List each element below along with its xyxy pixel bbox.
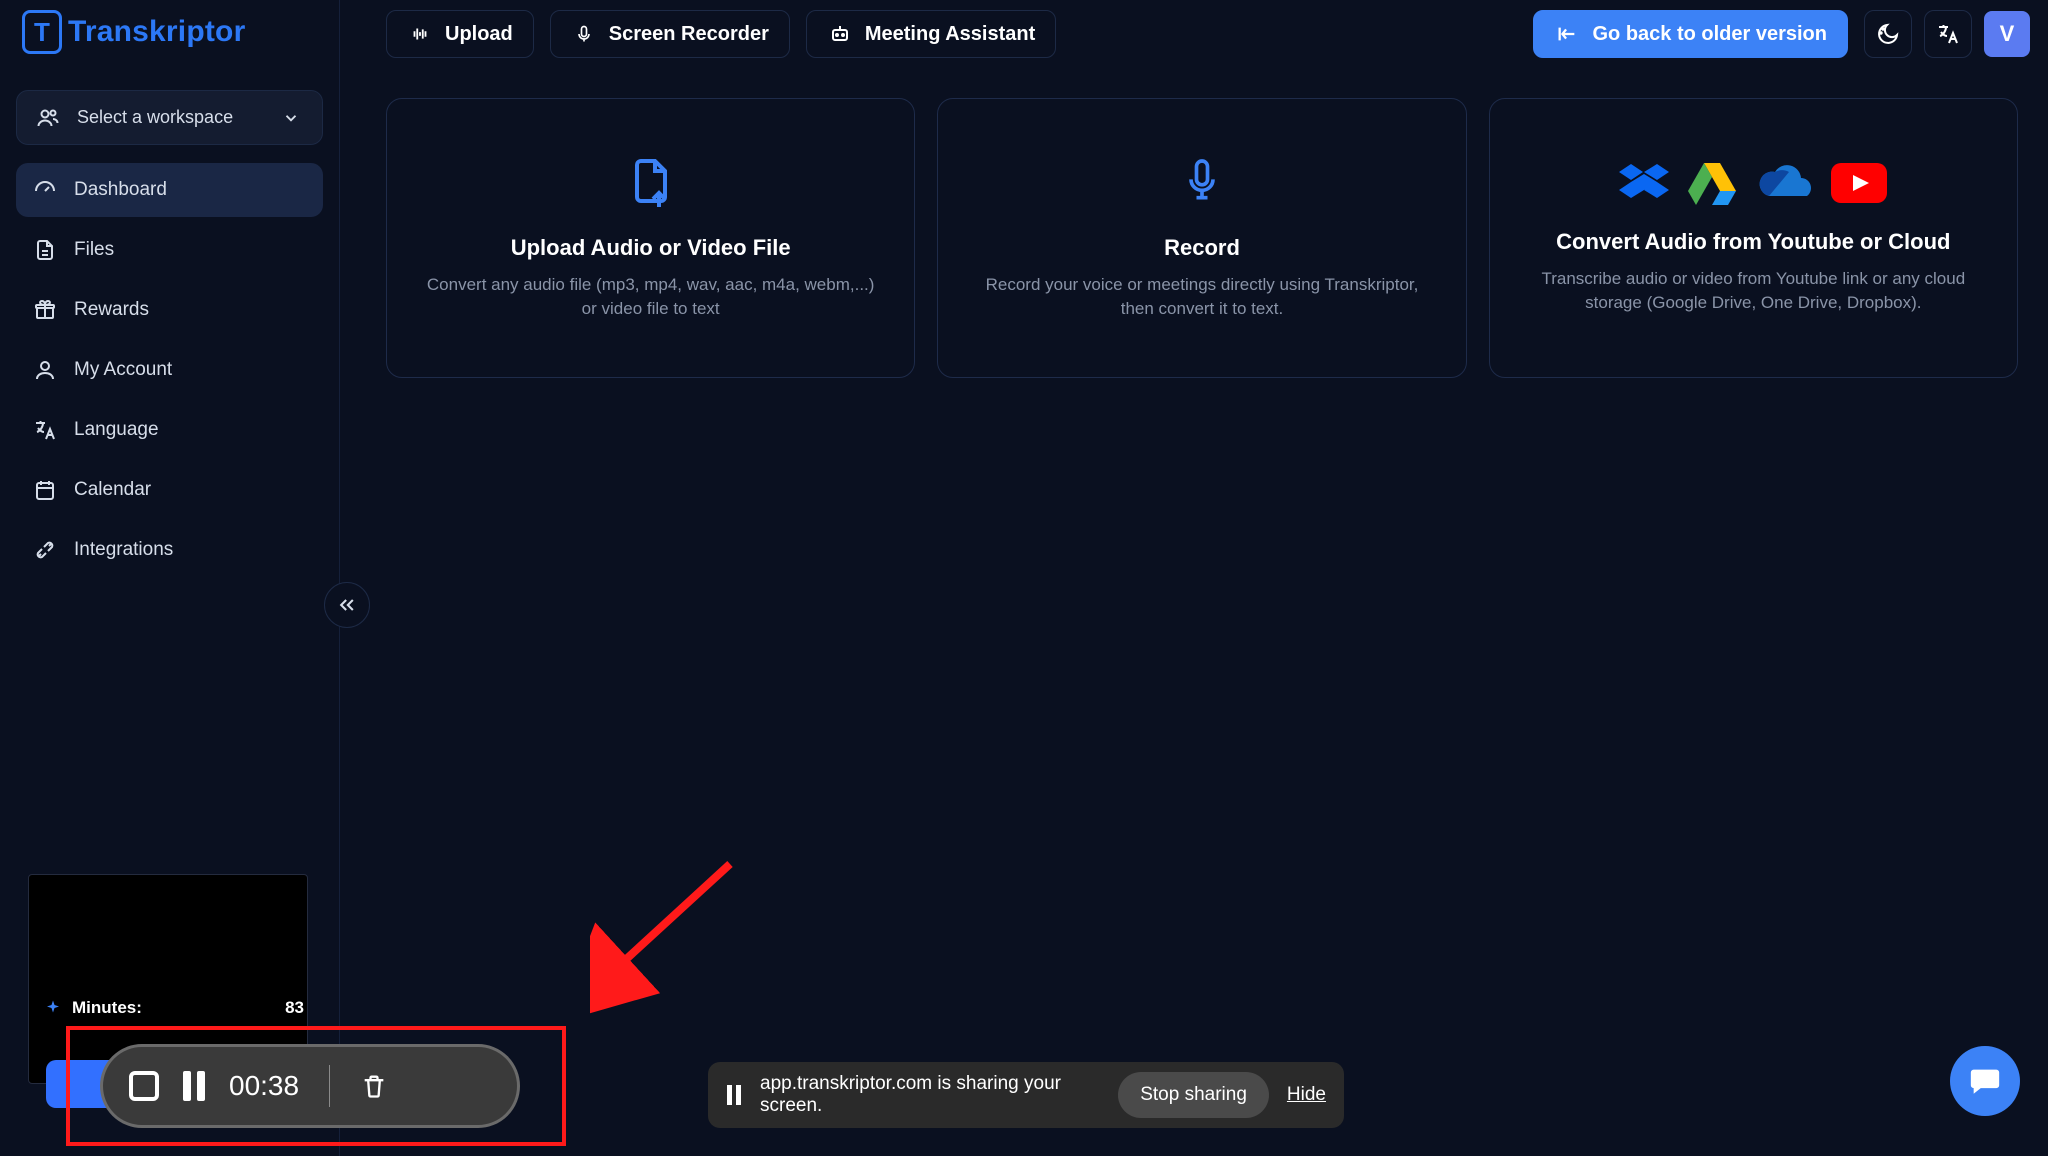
topbar: Upload Screen Recorder Meeting Assistant… bbox=[386, 8, 2030, 60]
gauge-icon bbox=[32, 177, 58, 203]
sidebar-item-dashboard[interactable]: Dashboard bbox=[16, 163, 323, 217]
discard-recording-button[interactable] bbox=[360, 1071, 388, 1101]
theme-toggle-button[interactable] bbox=[1864, 10, 1912, 58]
waveform-icon bbox=[407, 21, 433, 47]
language-toggle-button[interactable] bbox=[1924, 10, 1972, 58]
moon-icon bbox=[1876, 22, 1900, 46]
sidebar-item-my-account[interactable]: My Account bbox=[16, 343, 323, 397]
record-card[interactable]: Record Record your voice or meetings dir… bbox=[937, 98, 1466, 378]
sidebar-item-files[interactable]: Files bbox=[16, 223, 323, 277]
pause-share-icon[interactable] bbox=[726, 1085, 742, 1105]
action-cards: Upload Audio or Video File Convert any a… bbox=[386, 98, 2018, 378]
upload-card[interactable]: Upload Audio or Video File Convert any a… bbox=[386, 98, 915, 378]
sidebar-item-rewards[interactable]: Rewards bbox=[16, 283, 323, 337]
record-card-desc: Record your voice or meetings directly u… bbox=[968, 273, 1435, 321]
user-icon bbox=[32, 357, 58, 383]
avatar[interactable]: V bbox=[1984, 11, 2030, 57]
sidebar-item-integrations[interactable]: Integrations bbox=[16, 523, 323, 577]
recorder-control-bar: 00:38 bbox=[100, 1044, 520, 1128]
youtube-icon bbox=[1831, 163, 1887, 203]
upload-label: Upload bbox=[445, 23, 513, 46]
workspace-selector[interactable]: Select a workspace bbox=[16, 90, 323, 145]
recording-time: 00:38 bbox=[229, 1070, 299, 1102]
arrow-left-bar-icon bbox=[1554, 21, 1580, 47]
avatar-initial: V bbox=[2000, 21, 2015, 47]
stop-recording-button[interactable] bbox=[129, 1071, 159, 1101]
screen-recorder-button[interactable]: Screen Recorder bbox=[550, 10, 790, 58]
chat-fab-button[interactable] bbox=[1950, 1046, 2020, 1116]
share-message: app.transkriptor.com is sharing your scr… bbox=[760, 1073, 1100, 1117]
cloud-card-desc: Transcribe audio or video from Youtube l… bbox=[1520, 267, 1987, 315]
sidebar-label: Calendar bbox=[74, 479, 151, 501]
collapse-sidebar-button[interactable] bbox=[324, 582, 370, 628]
translate-icon bbox=[32, 417, 58, 443]
plug-icon bbox=[32, 537, 58, 563]
users-icon bbox=[35, 105, 61, 131]
upload-card-title: Upload Audio or Video File bbox=[511, 235, 791, 261]
chevron-down-icon bbox=[278, 105, 304, 131]
upload-button[interactable]: Upload bbox=[386, 10, 534, 58]
calendar-icon bbox=[32, 477, 58, 503]
minutes-row: Minutes: 83 bbox=[44, 998, 304, 1018]
mic-icon bbox=[571, 21, 597, 47]
recorder-label: Screen Recorder bbox=[609, 23, 769, 46]
stop-sharing-button[interactable]: Stop sharing bbox=[1118, 1072, 1269, 1118]
sidebar-label: My Account bbox=[74, 359, 172, 381]
upload-card-desc: Convert any audio file (mp3, mp4, wav, a… bbox=[417, 273, 884, 321]
go-back-label: Go back to older version bbox=[1592, 23, 1827, 46]
minutes-value: 83 bbox=[285, 998, 304, 1018]
screen-share-bar: app.transkriptor.com is sharing your scr… bbox=[708, 1062, 1344, 1128]
sparkle-icon bbox=[44, 999, 62, 1017]
chat-icon bbox=[1968, 1064, 2002, 1098]
sidebar-label: Files bbox=[74, 239, 114, 261]
cloud-card-title: Convert Audio from Youtube or Cloud bbox=[1556, 229, 1950, 255]
cloud-provider-icons bbox=[1619, 161, 1887, 205]
workspace-label: Select a workspace bbox=[77, 107, 233, 128]
file-upload-icon bbox=[627, 155, 675, 211]
bot-icon bbox=[827, 21, 853, 47]
pause-recording-button[interactable] bbox=[183, 1071, 205, 1101]
sidebar-item-language[interactable]: Language bbox=[16, 403, 323, 457]
hide-share-bar-button[interactable]: Hide bbox=[1287, 1084, 1326, 1106]
annotation-arrow-icon bbox=[590, 854, 770, 1014]
sidebar-label: Rewards bbox=[74, 299, 149, 321]
file-icon bbox=[32, 237, 58, 263]
record-card-title: Record bbox=[1164, 235, 1240, 261]
sidebar-label: Integrations bbox=[74, 539, 173, 561]
dropbox-icon bbox=[1619, 162, 1669, 204]
translate-icon bbox=[1936, 22, 1960, 46]
cloud-card[interactable]: Convert Audio from Youtube or Cloud Tran… bbox=[1489, 98, 2018, 378]
separator bbox=[329, 1065, 330, 1107]
gift-icon bbox=[32, 297, 58, 323]
mic-icon bbox=[1180, 155, 1224, 211]
sidebar-label: Language bbox=[74, 419, 159, 441]
meeting-assistant-button[interactable]: Meeting Assistant bbox=[806, 10, 1056, 58]
onedrive-icon bbox=[1755, 164, 1813, 202]
minutes-label: Minutes: bbox=[72, 998, 142, 1018]
google-drive-icon bbox=[1687, 161, 1737, 205]
sidebar-item-calendar[interactable]: Calendar bbox=[16, 463, 323, 517]
go-back-button[interactable]: Go back to older version bbox=[1533, 10, 1848, 58]
sidebar-label: Dashboard bbox=[74, 179, 167, 201]
meeting-label: Meeting Assistant bbox=[865, 23, 1035, 46]
